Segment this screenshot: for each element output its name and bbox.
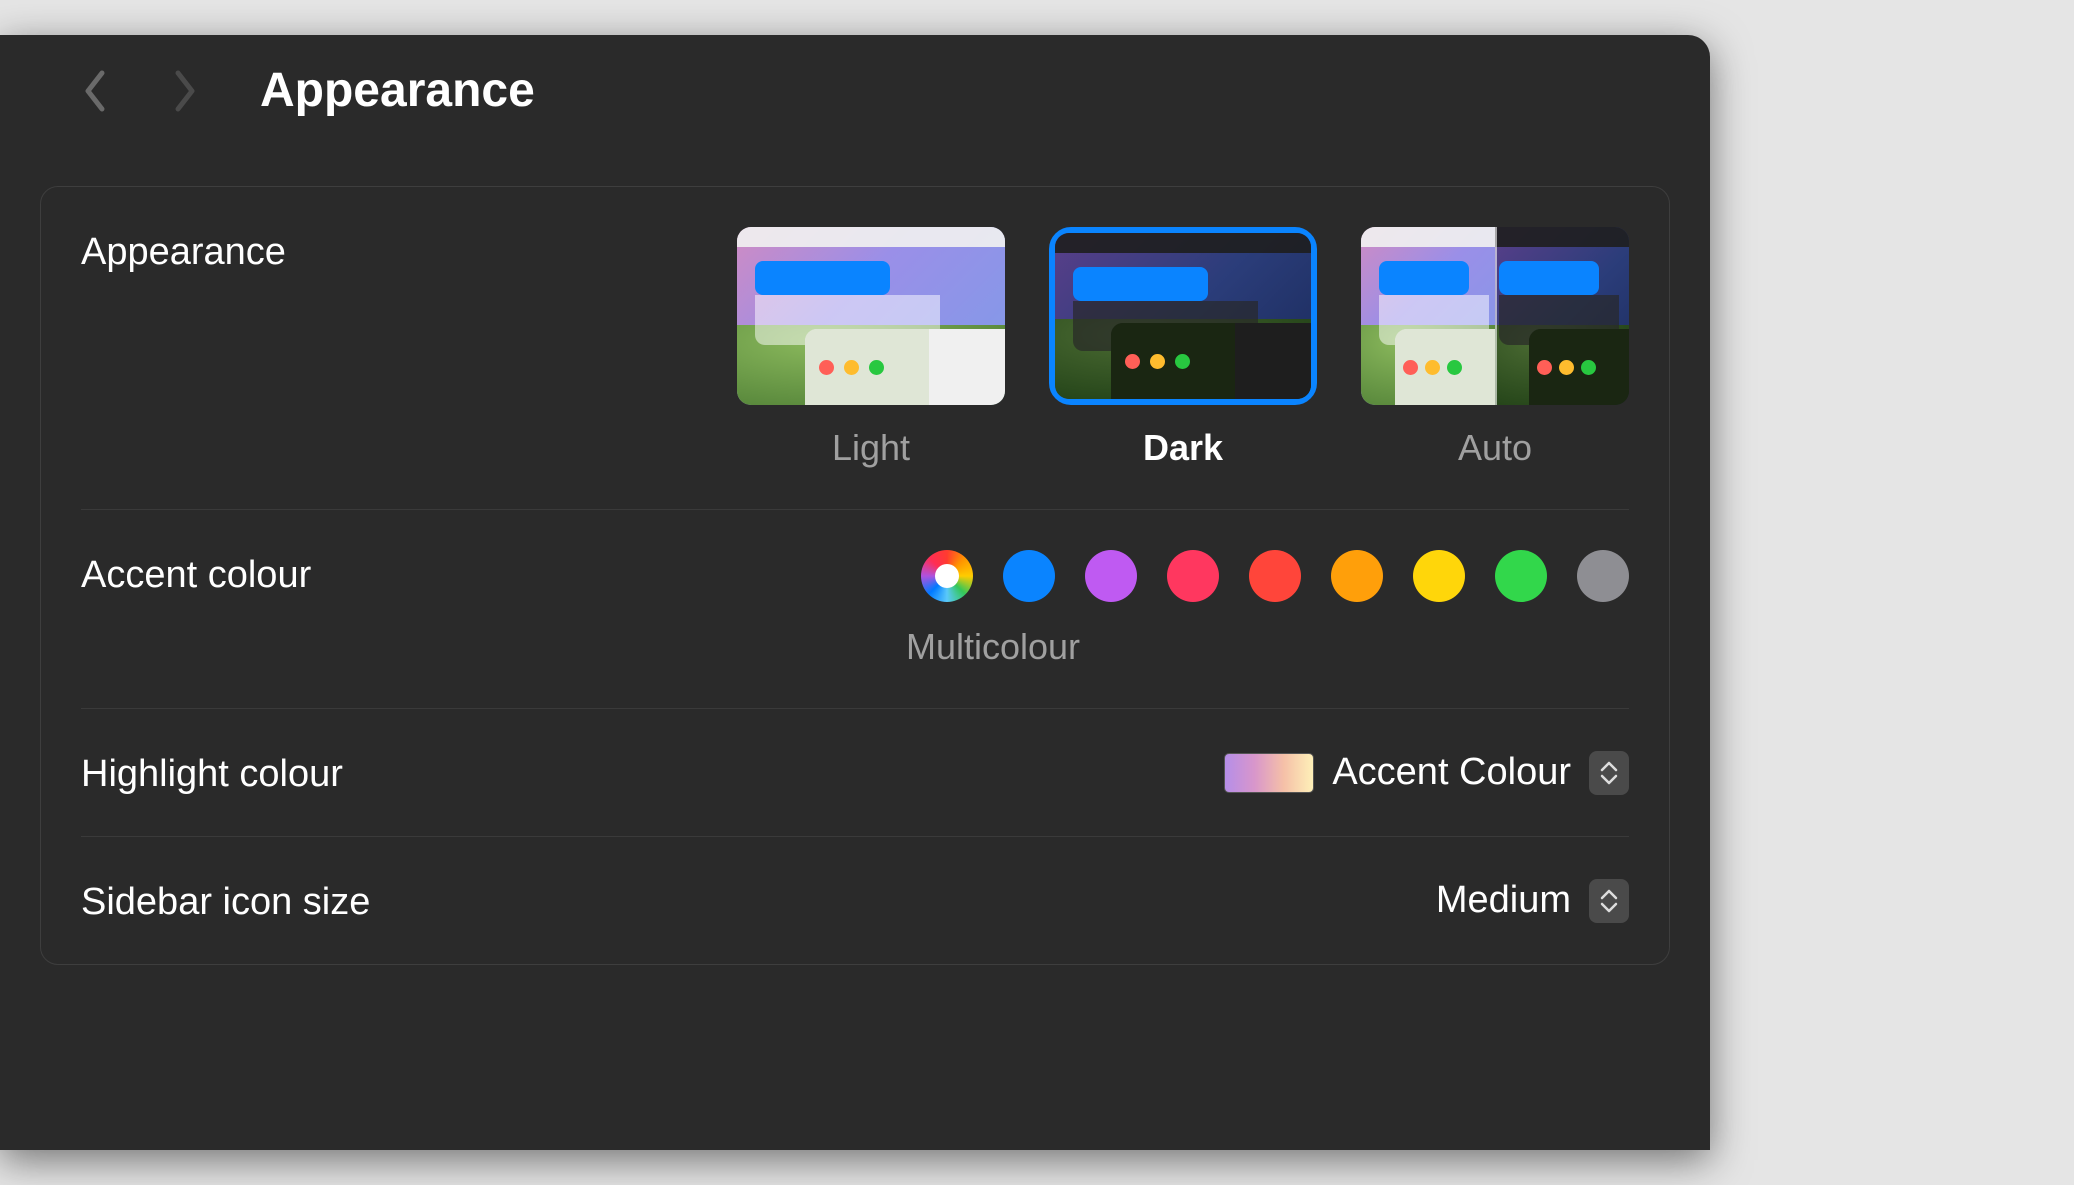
back-button[interactable] (80, 67, 110, 115)
nav-arrows (80, 67, 200, 115)
theme-option-auto[interactable]: Auto (1361, 227, 1629, 469)
accent-caption: Multicolour (883, 626, 1103, 668)
highlight-preview-swatch (1224, 753, 1314, 793)
accent-graphite[interactable] (1577, 550, 1629, 602)
accent-red[interactable] (1249, 550, 1301, 602)
theme-label-dark: Dark (1143, 427, 1223, 469)
appearance-label: Appearance (81, 227, 286, 274)
sidebar-icon-size-row: Sidebar icon size Medium (81, 837, 1629, 964)
accent-swatches (921, 550, 1629, 602)
updown-chevron-icon (1589, 751, 1629, 795)
updown-chevron-icon (1589, 879, 1629, 923)
theme-label-auto: Auto (1458, 427, 1532, 469)
settings-panel: Appearance (40, 186, 1670, 965)
theme-option-dark[interactable]: Dark (1049, 227, 1317, 469)
sidebar-icon-size-value: Medium (1436, 879, 1571, 922)
theme-label-light: Light (832, 427, 910, 469)
accent-green[interactable] (1495, 550, 1547, 602)
highlight-colour-value: Accent Colour (1332, 751, 1571, 794)
accent-blue[interactable] (1003, 550, 1055, 602)
highlight-colour-popup[interactable]: Accent Colour (1224, 751, 1629, 795)
forward-button[interactable] (170, 67, 200, 115)
accent-purple[interactable] (1085, 550, 1137, 602)
page-title: Appearance (260, 63, 535, 118)
accent-colour-label: Accent colour (81, 550, 311, 597)
highlight-colour-label: Highlight colour (81, 749, 343, 796)
sidebar-icon-size-label: Sidebar icon size (81, 877, 370, 924)
scrollbar[interactable] (1684, 235, 1702, 1110)
theme-thumb-light (737, 227, 1005, 405)
accent-multicolour[interactable] (921, 550, 973, 602)
theme-option-light[interactable]: Light (737, 227, 1005, 469)
highlight-colour-row: Highlight colour Accent Colour (81, 709, 1629, 837)
theme-thumb-dark (1055, 233, 1311, 399)
settings-window: Appearance Appearance (0, 35, 1710, 1150)
header: Appearance (0, 35, 1710, 146)
accent-yellow[interactable] (1413, 550, 1465, 602)
theme-thumb-auto (1361, 227, 1629, 405)
appearance-row: Appearance (81, 187, 1629, 510)
accent-pink[interactable] (1167, 550, 1219, 602)
sidebar-icon-size-popup[interactable]: Medium (1436, 879, 1629, 923)
theme-options: Light (737, 227, 1629, 469)
accent-colour-row: Accent colour Multicolour (81, 510, 1629, 709)
accent-orange[interactable] (1331, 550, 1383, 602)
